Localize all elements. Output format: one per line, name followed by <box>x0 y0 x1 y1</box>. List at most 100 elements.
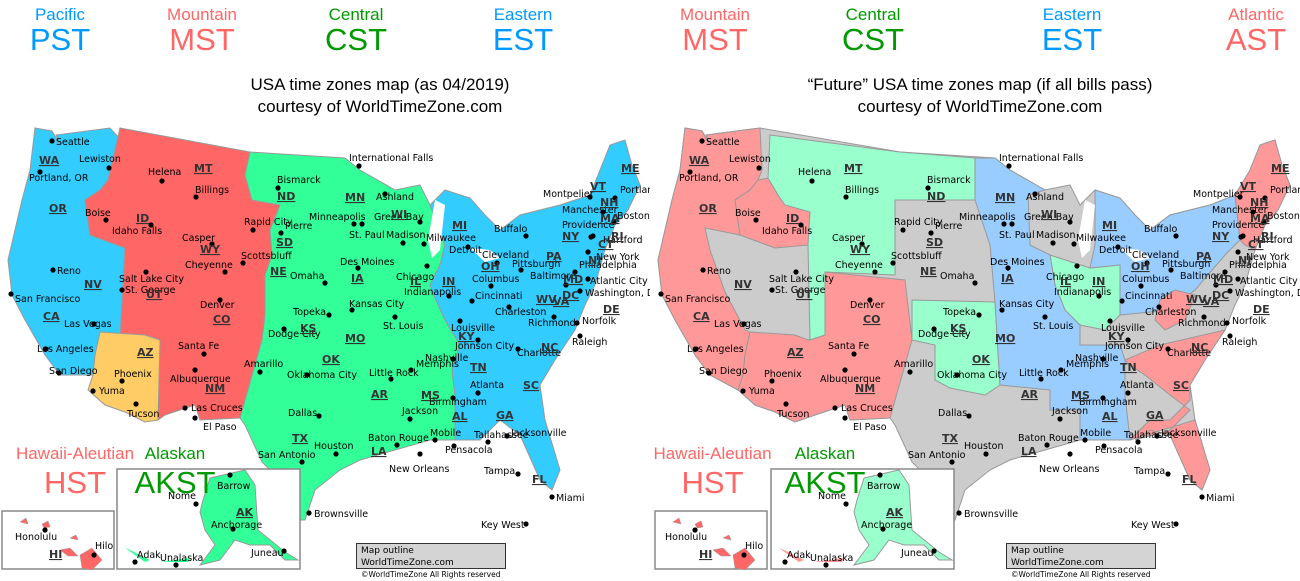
city-label: Yuma <box>748 386 775 397</box>
state-abbr-label: CA <box>693 310 710 323</box>
city-label: International Falls <box>349 153 433 164</box>
state-abbr-label: PA <box>546 250 562 263</box>
city-label: Columbus <box>1122 274 1169 285</box>
state-abbr-label: CT <box>598 238 614 251</box>
city-label: Topeka <box>292 307 326 318</box>
city-label: Kansas City <box>999 299 1055 310</box>
city-label: Salt Lake City <box>119 274 184 285</box>
city-marker <box>590 233 596 239</box>
state-abbr-label: MS <box>421 389 440 402</box>
city-label: Juneau <box>250 548 284 559</box>
city-label: New York <box>596 252 640 263</box>
city-marker <box>119 287 125 293</box>
city-marker <box>1050 240 1056 246</box>
state-abbr-label: VT <box>590 180 607 193</box>
city-marker <box>783 401 789 407</box>
city-marker <box>842 415 848 421</box>
city-label: Madison <box>386 230 425 241</box>
city-marker <box>907 369 913 375</box>
city-marker <box>193 501 199 507</box>
city-label: Nashville <box>1075 353 1118 364</box>
state-abbr-label: SD <box>926 236 943 249</box>
city-marker <box>278 230 284 236</box>
city-label: Washington, DC <box>585 288 650 299</box>
state-abbr-label: LA <box>1021 445 1037 458</box>
city-label: Des Moines <box>340 257 395 268</box>
city-marker <box>1119 298 1125 304</box>
city-marker <box>1240 233 1246 239</box>
city-marker <box>133 401 139 407</box>
city-label: Juneau <box>900 548 934 559</box>
city-marker <box>1006 163 1012 169</box>
city-label: Boise <box>85 208 111 219</box>
city-marker <box>983 451 989 457</box>
city-label: Omaha <box>290 271 324 282</box>
city-marker <box>182 405 188 411</box>
state-abbr-label: NE <box>920 265 937 278</box>
city-marker <box>574 320 580 326</box>
city-label: Scottsbluff <box>891 251 942 262</box>
city-marker <box>424 263 430 269</box>
city-label: Topeka <box>942 307 976 318</box>
city-label: Nome <box>818 491 846 502</box>
state-abbr-label: NE <box>270 265 287 278</box>
city-marker <box>257 369 263 375</box>
city-marker <box>1154 433 1160 439</box>
city-marker <box>1074 263 1080 269</box>
city-label: Montpelier <box>1193 189 1244 200</box>
state-abbr-label: AR <box>1021 388 1039 401</box>
state-abbr-label: CA <box>43 310 60 323</box>
state-abbr-label: NJ <box>1238 254 1251 267</box>
city-label: Reno <box>57 266 81 277</box>
city-label: San Francisco <box>15 294 80 305</box>
city-label: Amarillo <box>894 359 933 370</box>
city-label: Santa Fe <box>178 341 219 352</box>
city-label: Las Vegas <box>714 319 762 330</box>
city-label: Los Angeles <box>687 344 744 355</box>
state-abbr-label: WI <box>1041 208 1057 221</box>
city-label: San Francisco <box>665 294 730 305</box>
city-label: Houston <box>314 441 353 452</box>
state-abbr-label: ID <box>136 212 149 225</box>
state-abbr-label: MI <box>452 219 467 232</box>
city-label: Jacksonville <box>510 428 567 439</box>
city-label: Ashland <box>1026 192 1064 203</box>
city-label: Idaho Falls <box>112 226 162 237</box>
state-abbr-label: MI <box>1102 219 1117 232</box>
state-abbr-label: OH <box>481 260 500 273</box>
city-label: Raleigh <box>572 337 607 348</box>
city-marker <box>306 510 312 516</box>
city-label: Bismarck <box>927 175 971 186</box>
state-abbr-label: NH <box>1250 196 1268 209</box>
city-label: Las Vegas <box>64 319 112 330</box>
state-abbr-label: TX <box>942 432 959 445</box>
city-label: Anchorage <box>861 520 912 531</box>
city-label: Boise <box>735 208 761 219</box>
state-abbr-label: WV <box>536 293 557 306</box>
state-abbr-label: AK <box>886 506 904 519</box>
city-marker <box>1067 451 1073 457</box>
city-label: San Antonio <box>908 450 966 461</box>
city-label: Mobile <box>1080 428 1111 439</box>
map-labels: Seattle Lewiston Portland, OR BoiseIdaho Fa… <box>658 137 1300 568</box>
city-label: Boston <box>1267 211 1300 222</box>
state-abbr-label: DC <box>1212 289 1229 302</box>
city-label: Seattle <box>706 137 740 148</box>
state-abbr-label: DC <box>562 289 579 302</box>
city-label: Charleston <box>1145 307 1196 318</box>
city-label: Tampa <box>483 466 515 477</box>
state-abbr-label: AZ <box>137 346 154 359</box>
city-marker <box>333 451 339 457</box>
city-label: Helena <box>798 167 831 178</box>
city-marker <box>475 390 481 396</box>
city-label: Richmond <box>528 318 576 329</box>
state-abbr-label: UT <box>146 288 163 301</box>
city-label: Nome <box>168 491 196 502</box>
city-label: St. Paul <box>349 230 385 241</box>
city-label: Nashville <box>425 353 468 364</box>
state-abbr-label: MD <box>1213 273 1233 286</box>
state-abbr-label: MS <box>1071 389 1090 402</box>
city-label: Minneapolis <box>309 212 366 223</box>
city-label: Amarillo <box>244 359 283 370</box>
state-abbr-label: SC <box>523 379 539 392</box>
